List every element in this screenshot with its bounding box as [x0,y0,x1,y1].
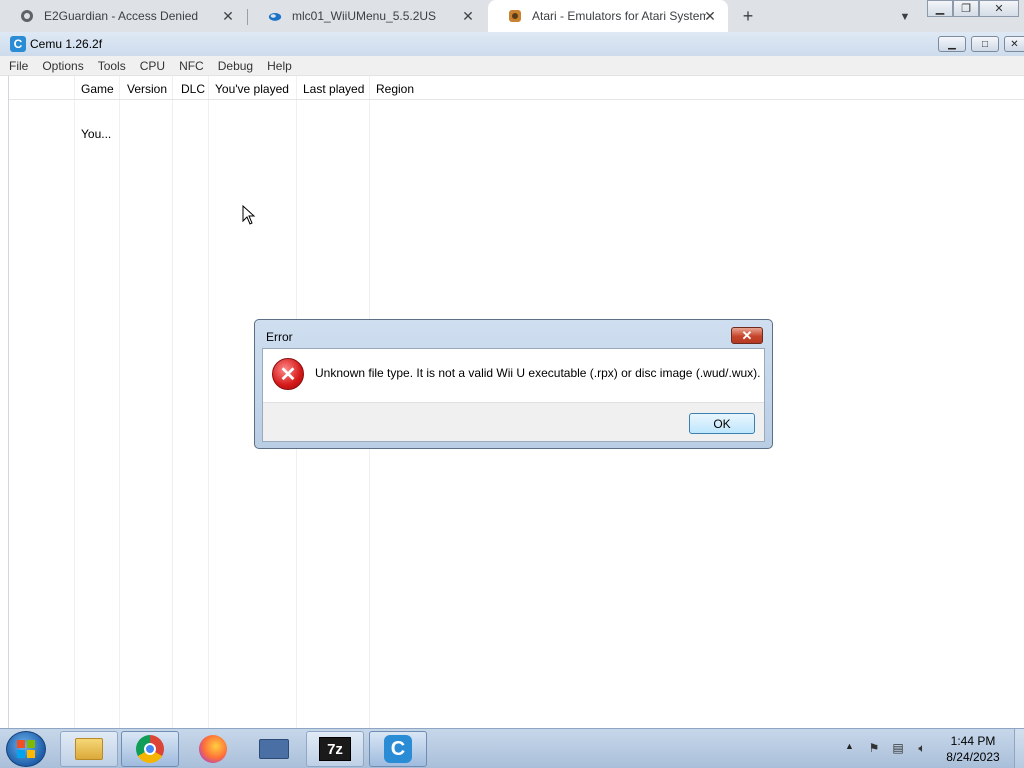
taskbar-cemu[interactable]: C [369,731,427,767]
window-maximize-button[interactable]: □ [971,36,999,52]
chevron-down-icon[interactable]: ▼ [896,8,914,26]
window-close-button[interactable]: ✕ [1004,36,1024,52]
browser-close-button[interactable]: ✕ [979,0,1019,17]
chrome-icon [136,735,164,763]
keyboard-icon [259,739,289,759]
dialog-body: ✕ Unknown file type. It is not a valid W… [262,348,765,442]
clock-time: 1:44 PM [950,734,996,748]
column-divider [119,76,120,728]
column-divider [172,76,173,728]
show-desktop-button[interactable] [1014,729,1024,768]
tab-atari[interactable]: Atari - Emulators for Atari System ✕ [488,0,728,32]
tab-label: E2Guardian - Access Denied [44,9,199,23]
game-icon [508,9,522,23]
browser-tab-strip: E2Guardian - Access Denied ✕ mlc01_WiiUM… [0,0,1024,32]
menu-help[interactable]: Help [262,59,297,73]
start-button[interactable] [6,731,46,767]
menu-cpu[interactable]: CPU [135,59,170,73]
column-header-last-played[interactable]: Last played [303,82,364,96]
dialog-close-button[interactable]: ✕ [731,327,763,344]
show-hidden-icons-icon[interactable]: ▲ [845,741,854,751]
cemu-title-bar: C Cemu 1.26.2f [0,32,1024,56]
taskbar-file-explorer[interactable] [60,731,118,767]
browser-restore-button[interactable]: ❐ [953,0,979,17]
column-divider [208,76,209,728]
firefox-icon [199,735,227,763]
close-icon[interactable]: ✕ [460,8,476,24]
new-tab-button[interactable]: + [738,6,758,26]
folder-icon [75,738,103,760]
dialog-message: Unknown file type. It is not a valid Wii… [315,366,761,380]
menu-tools[interactable]: Tools [93,59,131,73]
column-header-dlc[interactable]: DLC [181,82,205,96]
menu-nfc[interactable]: NFC [174,59,209,73]
close-icon[interactable]: ✕ [702,8,718,24]
column-header-region[interactable]: Region [376,82,414,96]
taskbar-firefox[interactable] [184,731,242,767]
cloud-icon [268,9,282,23]
cemu-icon: C [384,735,412,763]
dialog-footer: OK [263,402,764,441]
taskbar-keyboard[interactable] [245,731,303,767]
volume-muted-icon[interactable]: 🔈︎ [914,740,930,756]
flag-icon[interactable]: ⚑ [866,740,882,756]
tab-label: mlc01_WiiUMenu_5.5.2US [292,9,437,23]
7zip-icon: 7z [319,737,351,761]
menu-debug[interactable]: Debug [213,59,258,73]
window-minimize-button[interactable]: ▁ [938,36,966,52]
column-header-game[interactable]: Game [81,82,114,96]
column-header-version[interactable]: Version [127,82,167,96]
globe-icon [20,9,34,23]
error-dialog: Error ✕ ✕ Unknown file type. It is not a… [254,319,773,449]
ok-button[interactable]: OK [689,413,755,434]
windows-logo-icon [17,740,35,758]
menu-bar: File Options Tools CPU NFC Debug Help [0,56,1024,76]
dialog-title: Error [266,330,293,344]
column-divider [74,76,75,728]
mouse-cursor-icon [242,205,256,225]
menu-file[interactable]: File [4,59,33,73]
menu-options[interactable]: Options [37,59,88,73]
close-icon[interactable]: ✕ [220,8,236,24]
error-icon: ✕ [272,358,304,390]
taskbar: 7z C ▲ ⚑ ▤ 🔈︎ 1:44 PM 8/24/2023 [0,728,1024,768]
clock-date: 8/24/2023 [946,750,1000,764]
column-header-row: Game Version DLC You've played Last play… [9,76,1024,100]
tab-e2guardian[interactable]: E2Guardian - Access Denied ✕ [0,0,246,32]
cemu-logo-icon: C [10,36,26,52]
network-icon[interactable]: ▤ [890,740,906,756]
tab-mlc01[interactable]: mlc01_WiiUMenu_5.5.2US ✕ [248,0,486,32]
taskbar-7zip[interactable]: 7z [306,731,364,767]
taskbar-clock[interactable]: 1:44 PM 8/24/2023 [938,733,1008,765]
table-row[interactable]: You... [81,127,111,141]
tab-label: Atari - Emulators for Atari System [532,9,706,23]
taskbar-chrome[interactable] [121,731,179,767]
column-header-you-played[interactable]: You've played [215,82,289,96]
browser-minimize-button[interactable]: ▁ [927,0,953,17]
window-title: Cemu 1.26.2f [30,37,103,51]
